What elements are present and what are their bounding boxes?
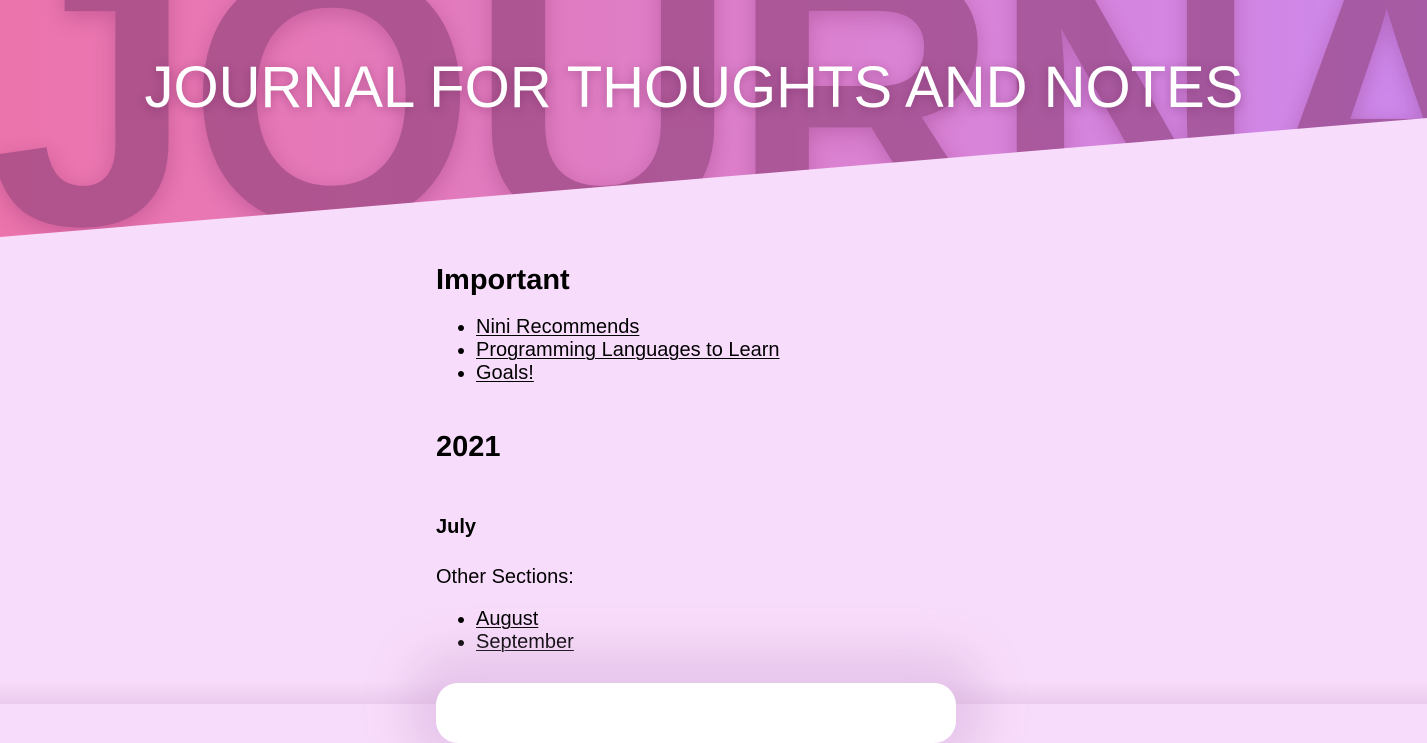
- other-sections-label: Other Sections:: [436, 566, 574, 588]
- year-heading: 2021: [436, 431, 501, 463]
- page-title: JOURNAL FOR THOUGHTS AND NOTES: [144, 55, 1244, 120]
- september-link[interactable]: September: [476, 631, 574, 653]
- august-link[interactable]: August: [476, 608, 538, 630]
- list-item: August: [476, 608, 956, 631]
- important-heading: Important: [436, 264, 570, 296]
- entry-card: [436, 683, 956, 743]
- important-links-list: Nini Recommends Programming Languages to…: [436, 316, 956, 385]
- list-item: September: [476, 631, 956, 654]
- month-heading: July: [436, 516, 477, 538]
- hero-banner: JOURNAL JOURNAL FOR THOUGHTS AND NOTES: [0, 0, 1427, 240]
- main-content: Important Nini Recommends Programming La…: [436, 262, 956, 654]
- list-item: Goals!: [476, 362, 956, 385]
- programming-languages-link[interactable]: Programming Languages to Learn: [476, 339, 780, 361]
- year-section: 2021 July Other Sections: August Septemb…: [436, 429, 956, 654]
- list-item: Programming Languages to Learn: [476, 339, 956, 362]
- hero-background-word: JOURNAL: [0, 0, 1427, 240]
- other-sections-links-list: August September: [436, 608, 956, 654]
- list-item: Nini Recommends: [476, 316, 956, 339]
- goals-link[interactable]: Goals!: [476, 362, 534, 384]
- important-section: Important Nini Recommends Programming La…: [436, 262, 956, 385]
- nini-recommends-link[interactable]: Nini Recommends: [476, 316, 639, 338]
